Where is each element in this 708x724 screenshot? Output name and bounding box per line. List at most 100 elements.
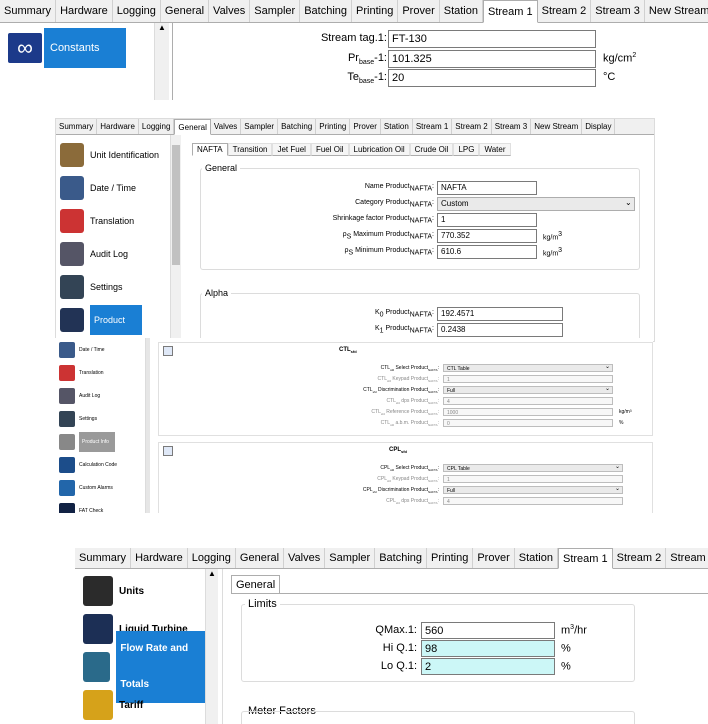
chevron-down-icon[interactable]: ⌄ (615, 463, 620, 470)
stream-tag-input[interactable]: FT-130 (388, 30, 596, 48)
scroll-up-icon[interactable]: ▲ (158, 23, 166, 32)
ctl-input[interactable]: 1 (443, 375, 613, 383)
tab-valves[interactable]: Valves (209, 0, 251, 22)
tab-stream-1[interactable]: Stream 1 (557, 548, 613, 569)
tab-stream-3[interactable]: Stream 3 (666, 548, 708, 568)
ctl-input[interactable]: 4 (443, 397, 613, 405)
sidebar-item-units[interactable]: Units (83, 573, 144, 609)
sidebar-item-constants[interactable]: ∞ Constants (8, 28, 138, 68)
tab-printing[interactable]: Printing (427, 548, 474, 568)
ctl-input[interactable]: 1000 (443, 408, 613, 416)
sidebar-item-fat-check[interactable]: FAT Check (59, 501, 103, 513)
sidebar-item-audit-log[interactable]: Audit Log (59, 386, 100, 406)
tab-stream-1[interactable]: Stream 1 (413, 119, 453, 134)
tab-prover[interactable]: Prover (398, 0, 440, 22)
cpl-select[interactable]: Full (443, 486, 623, 494)
limit-field-input[interactable]: 98 (421, 640, 555, 657)
sidebar-item-settings[interactable]: Settings (60, 271, 170, 303)
scroll-up-icon[interactable]: ▲ (208, 569, 216, 578)
sidebar-item-calculation-code[interactable]: Calculation Code (59, 455, 117, 475)
tab-batching[interactable]: Batching (375, 548, 428, 568)
scroll-thumb[interactable] (172, 145, 180, 265)
tab-station[interactable]: Station (515, 548, 558, 568)
tab-logging[interactable]: Logging (188, 548, 236, 568)
tab-logging[interactable]: Logging (139, 119, 175, 134)
tab-general[interactable]: General (174, 119, 211, 135)
tab-printing[interactable]: Printing (352, 0, 399, 22)
sidebar-scrollbar[interactable]: ▲ (154, 23, 169, 100)
collapse-icon[interactable] (163, 346, 173, 356)
tab-station[interactable]: Station (440, 0, 483, 22)
tab-stream-1[interactable]: Stream 1 (482, 0, 538, 23)
tab-sampler[interactable]: Sampler (325, 548, 376, 568)
limit-field-input[interactable]: 2 (421, 658, 555, 675)
tab-display[interactable]: Display (582, 119, 616, 134)
sidebar-item-date-time[interactable]: Date / Time (59, 340, 105, 360)
tab-summary[interactable]: Summary (75, 548, 132, 568)
tab-prover[interactable]: Prover (473, 548, 515, 568)
general-field-input[interactable]: 770.352 (437, 229, 537, 243)
sidebar-item-tariff[interactable]: Tariff (83, 687, 143, 723)
general-field-input[interactable]: NAFTA (437, 181, 537, 195)
sidebar-item-settings[interactable]: Settings (59, 409, 97, 429)
tab-stream-3[interactable]: Stream 3 (591, 0, 645, 22)
tab-hardware[interactable]: Hardware (131, 548, 188, 568)
cpl-input[interactable]: 1 (443, 475, 623, 483)
sidebar-item-custom-alarms[interactable]: Custom Alarms (59, 478, 113, 498)
chevron-down-icon[interactable]: ⌄ (615, 485, 620, 492)
alpha-field-input[interactable]: 192.4571 (437, 307, 563, 321)
sidebar-item-date-time[interactable]: Date / Time (60, 172, 170, 204)
general-field-input[interactable]: 1 (437, 213, 537, 227)
product-tab-water[interactable]: Water (479, 143, 511, 156)
chevron-down-icon[interactable]: ⌄ (625, 198, 632, 207)
sidebar-scrollbar[interactable] (145, 338, 150, 513)
tab-sampler[interactable]: Sampler (241, 119, 279, 134)
tab-new-stream[interactable]: New Stream (531, 119, 583, 134)
tab-prover[interactable]: Prover (350, 119, 381, 134)
tab-hardware[interactable]: Hardware (56, 0, 113, 22)
tab-hardware[interactable]: Hardware (97, 119, 139, 134)
product-tab-lpg[interactable]: LPG (453, 143, 480, 156)
tab-summary[interactable]: Summary (0, 0, 57, 22)
category-select[interactable]: Custom (437, 197, 635, 211)
cpl-input[interactable]: 4 (443, 497, 623, 505)
ctl-select[interactable]: CTL Table (443, 364, 613, 372)
tab-printing[interactable]: Printing (316, 119, 351, 134)
tab-logging[interactable]: Logging (113, 0, 161, 22)
product-tab-jet-fuel[interactable]: Jet Fuel (272, 143, 311, 156)
chevron-down-icon[interactable]: ⌄ (605, 385, 610, 392)
product-tab-nafta[interactable]: NAFTA (192, 143, 228, 156)
cpl-select[interactable]: CPL Table (443, 464, 623, 472)
sidebar-scrollbar[interactable] (170, 135, 181, 341)
sidebar-item-product-info[interactable]: Product Info (59, 432, 115, 452)
sidebar-scrollbar[interactable]: ▲ (205, 569, 218, 724)
tab-general[interactable]: General (161, 0, 210, 22)
product-tab-lubrication-oil[interactable]: Lubrication Oil (348, 143, 410, 156)
limit-field-input[interactable]: 560 (421, 622, 555, 639)
tab-stream-2[interactable]: Stream 2 (613, 548, 667, 568)
tab-valves[interactable]: Valves (211, 119, 242, 134)
tab-general[interactable]: General (231, 575, 281, 594)
tab-stream-2[interactable]: Stream 2 (538, 0, 592, 22)
ctl-select[interactable]: Full (443, 386, 613, 394)
product-tab-crude-oil[interactable]: Crude Oil (409, 143, 454, 156)
sidebar-item-product-info[interactable]: Product Info (60, 304, 170, 336)
tab-batching[interactable]: Batching (278, 119, 317, 134)
tab-new-stream[interactable]: New Stream (645, 0, 708, 22)
chevron-down-icon[interactable]: ⌄ (605, 363, 610, 370)
sidebar-item-flow-rate-and-totals[interactable]: Flow Rate and Totals (83, 631, 215, 703)
alpha-field-input[interactable]: 0.2438 (437, 323, 563, 337)
pr-base-input[interactable]: 101.325 (388, 50, 596, 68)
te-base-input[interactable]: 20 (388, 69, 596, 87)
tab-stream-3[interactable]: Stream 3 (492, 119, 532, 134)
product-tab-transition[interactable]: Transition (227, 143, 273, 156)
tab-summary[interactable]: Summary (56, 119, 98, 134)
sidebar-item-audit-log[interactable]: Audit Log (60, 238, 170, 270)
product-tab-fuel-oil[interactable]: Fuel Oil (310, 143, 349, 156)
tab-station[interactable]: Station (381, 119, 413, 134)
sidebar-item-translation[interactable]: Translation (59, 363, 104, 383)
general-field-input[interactable]: 610.6 (437, 245, 537, 259)
sidebar-item-unit-identification[interactable]: Unit Identification (60, 139, 170, 171)
tab-valves[interactable]: Valves (284, 548, 326, 568)
ctl-input[interactable]: 0 (443, 419, 613, 427)
